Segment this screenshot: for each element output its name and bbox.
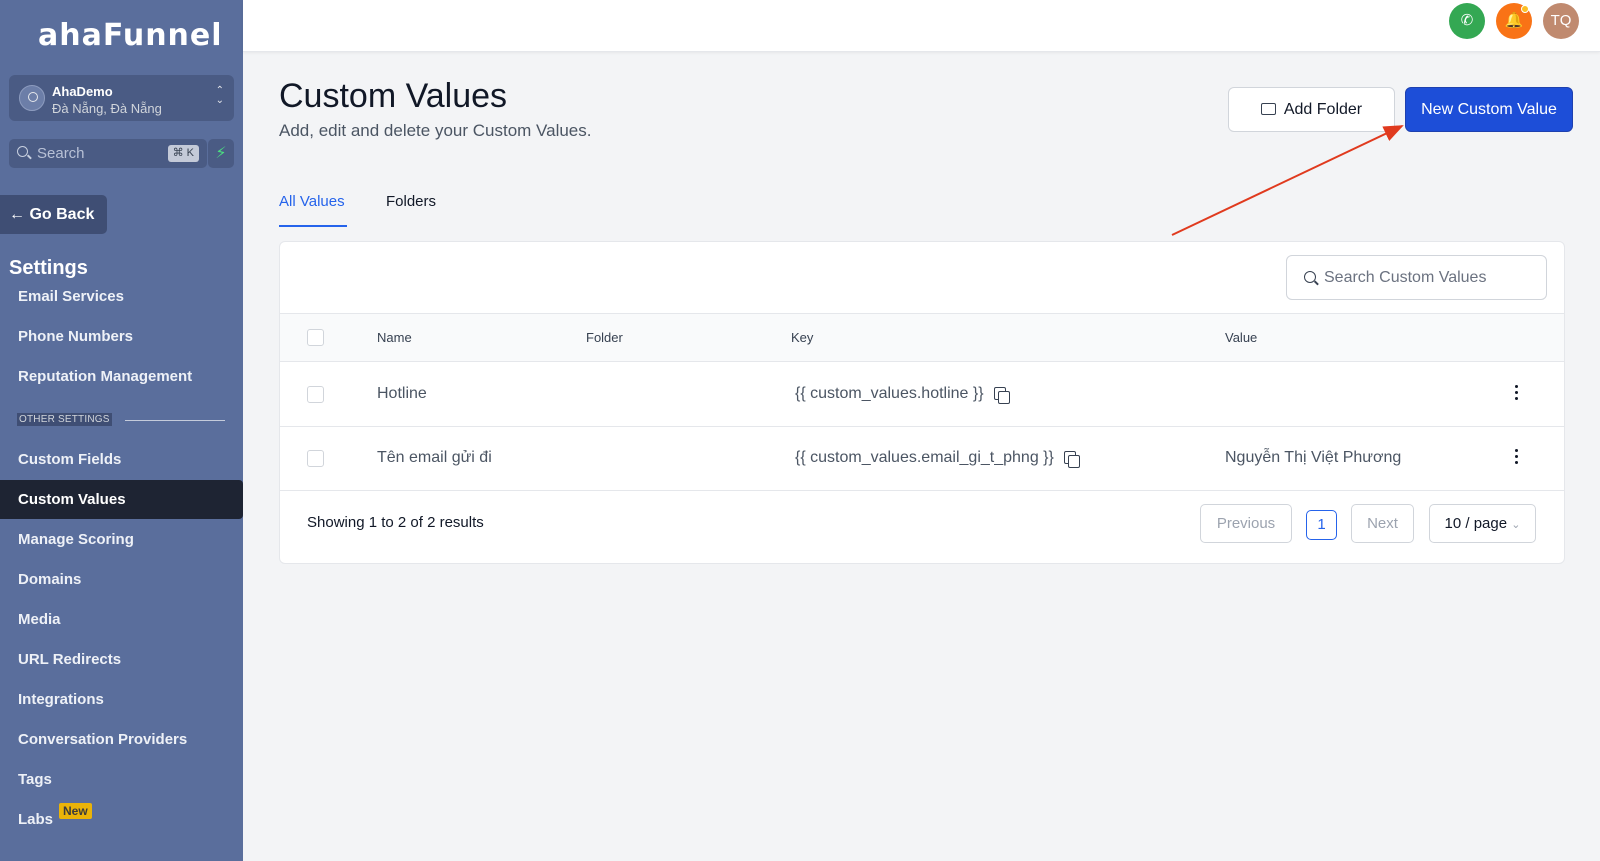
tab-all-values[interactable]: All Values xyxy=(279,193,347,227)
tab-folders[interactable]: Folders xyxy=(386,193,436,227)
table-row: Tên email gửi đi {{ custom_values.email_… xyxy=(280,427,1564,491)
sidebar-item-manage-scoring[interactable]: Manage Scoring xyxy=(0,520,243,559)
user-avatar[interactable]: TQ xyxy=(1543,3,1579,39)
copy-icon[interactable] xyxy=(1063,451,1080,468)
account-switcher[interactable]: AhaDemo Đà Nẵng, Đà Nẵng ⌃ ⌄ xyxy=(9,75,234,121)
pagination-next-button[interactable]: Next xyxy=(1351,504,1414,543)
sidebar: ahaFunnel AhaDemo Đà Nẵng, Đà Nẵng ⌃ ⌄ Se… xyxy=(0,0,243,861)
row-checkbox[interactable] xyxy=(307,386,324,403)
sidebar-item-labs[interactable]: Labs New xyxy=(0,800,243,839)
folder-plus-icon xyxy=(1260,103,1276,115)
row-checkbox[interactable] xyxy=(307,450,324,467)
column-header-value: Value xyxy=(1225,330,1258,345)
row-actions-kebab-icon[interactable] xyxy=(1513,385,1519,403)
table-row: Hotline {{ custom_values.hotline }} xyxy=(280,363,1564,427)
search-custom-values-input[interactable]: Search Custom Values xyxy=(1286,255,1547,300)
sidebar-item-integrations[interactable]: Integrations xyxy=(0,680,243,719)
notification-dot xyxy=(1521,5,1529,13)
page-subtitle: Add, edit and delete your Custom Values. xyxy=(279,121,592,140)
sidebar-search-input[interactable]: Search ⌘ K xyxy=(9,139,207,168)
new-custom-value-button[interactable]: New Custom Value xyxy=(1405,87,1573,132)
sidebar-item-email-services[interactable]: Email Services xyxy=(0,277,243,316)
pagination-page-button[interactable]: 1 xyxy=(1306,510,1337,540)
search-placeholder: Search Custom Values xyxy=(1324,269,1487,286)
sidebar-item-tags[interactable]: Tags xyxy=(0,760,243,799)
copy-icon[interactable] xyxy=(993,387,1010,404)
row-name: Hotline xyxy=(377,385,427,402)
sidebar-item-labs-label: Labs xyxy=(18,811,54,828)
other-settings-label: OTHER SETTINGS xyxy=(17,413,112,426)
quick-action-bolt-icon[interactable]: ⚡ xyxy=(208,139,234,168)
sidebar-item-phone-numbers[interactable]: Phone Numbers xyxy=(0,317,243,356)
sidebar-item-url-redirects[interactable]: URL Redirects xyxy=(0,640,243,679)
page-size-select[interactable]: 10 / page ⌄ xyxy=(1429,504,1536,543)
go-back-label: Go Back xyxy=(29,206,95,223)
notification-bell-icon[interactable]: 🔔 xyxy=(1496,3,1532,39)
new-badge: New xyxy=(59,803,92,819)
sidebar-item-conversation-providers[interactable]: Conversation Providers xyxy=(0,720,243,759)
column-header-folder: Folder xyxy=(586,330,623,345)
chevron-updown-icon: ⌃ ⌄ xyxy=(215,85,224,106)
row-actions-kebab-icon[interactable] xyxy=(1513,449,1519,467)
sidebar-search-placeholder: Search xyxy=(37,145,85,162)
row-name: Tên email gửi đi xyxy=(377,449,492,466)
sidebar-item-media[interactable]: Media xyxy=(0,600,243,639)
page-title: Custom Values xyxy=(279,77,508,115)
add-folder-label: Add Folder xyxy=(1283,101,1363,118)
row-key-text: {{ custom_values.hotline }} xyxy=(795,385,984,402)
row-key: {{ custom_values.hotline }} xyxy=(795,385,1010,404)
table-header: Name Folder Key Value xyxy=(280,313,1564,362)
search-icon xyxy=(17,146,28,157)
chevron-down-icon: ⌄ xyxy=(1511,519,1521,531)
column-header-key: Key xyxy=(791,330,814,345)
row-key: {{ custom_values.email_gi_t_phng }} xyxy=(795,449,1080,468)
search-icon xyxy=(1304,271,1316,283)
sidebar-item-custom-fields[interactable]: Custom Fields xyxy=(0,440,243,479)
phone-icon[interactable]: ✆ xyxy=(1449,3,1485,39)
select-all-checkbox[interactable] xyxy=(307,329,324,346)
pagination-previous-button[interactable]: Previous xyxy=(1200,504,1292,543)
shortcut-badge: ⌘ K xyxy=(167,145,199,162)
location-icon xyxy=(19,85,45,111)
page-size-value: 10 / page xyxy=(1444,515,1508,532)
custom-values-card: Search Custom Values Name Folder Key Val… xyxy=(279,241,1565,564)
row-key-text: {{ custom_values.email_gi_t_phng }} xyxy=(795,449,1054,466)
topbar: ✆ 🔔 TQ xyxy=(243,0,1600,52)
sidebar-item-custom-values[interactable]: Custom Values xyxy=(0,480,243,519)
add-folder-button[interactable]: Add Folder xyxy=(1228,87,1395,132)
section-divider xyxy=(125,420,225,421)
row-value: Nguyễn Thị Việt Phương xyxy=(1225,449,1402,466)
go-back-button[interactable]: ← Go Back xyxy=(0,195,107,234)
sidebar-item-reputation-management[interactable]: Reputation Management xyxy=(0,357,243,396)
account-location: Đà Nẵng, Đà Nẵng xyxy=(52,101,162,116)
account-name: AhaDemo xyxy=(52,84,113,99)
results-summary: Showing 1 to 2 of 2 results xyxy=(307,514,484,531)
sidebar-item-domains[interactable]: Domains xyxy=(0,560,243,599)
app-logo[interactable]: ahaFunnel xyxy=(38,18,223,53)
column-header-name: Name xyxy=(377,330,412,345)
